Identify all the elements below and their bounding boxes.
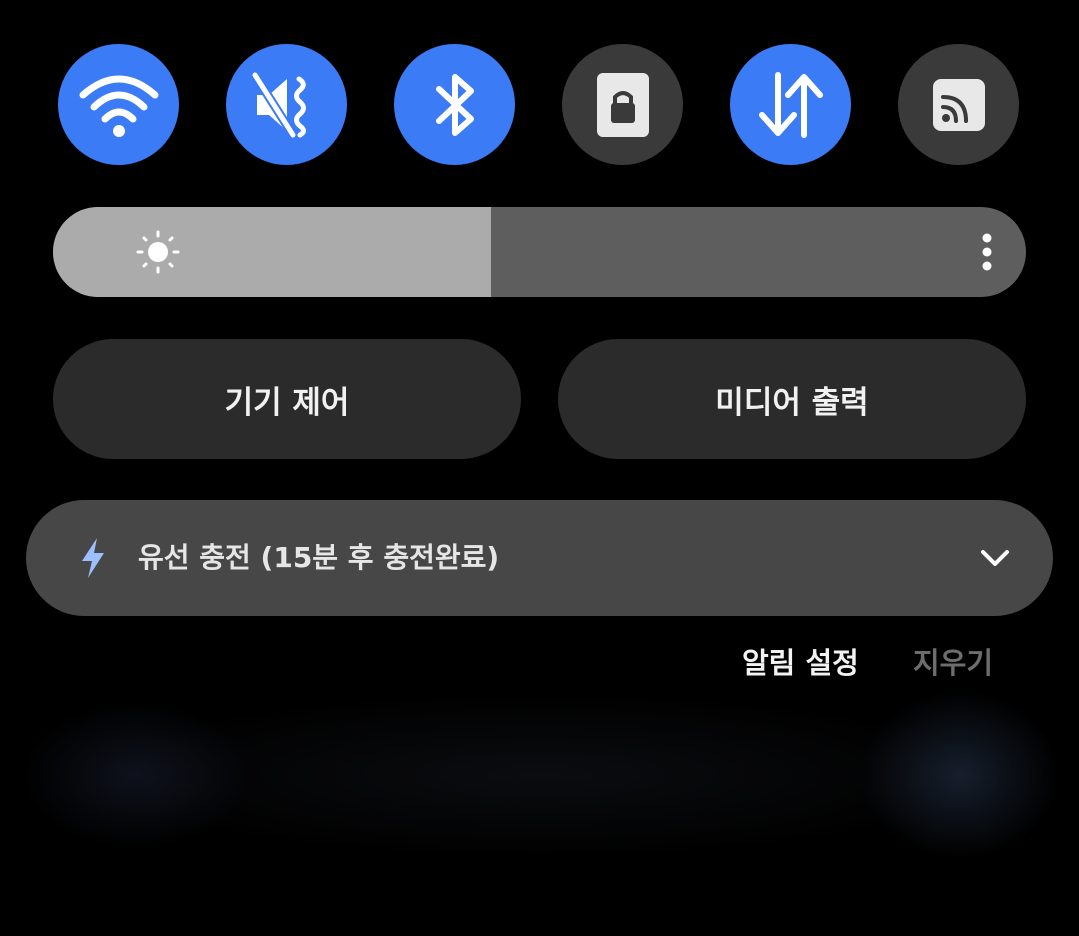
sound-toggle[interactable] bbox=[226, 44, 347, 165]
brightness-slider[interactable] bbox=[53, 207, 1026, 297]
charging-bolt-icon bbox=[78, 537, 108, 579]
device-control-button[interactable]: 기기 제어 bbox=[53, 339, 521, 459]
notification-text: 유선 충전 (15분 후 충전완료) bbox=[138, 541, 500, 574]
notification-settings-button[interactable]: 알림 설정 bbox=[742, 640, 859, 686]
background-glow-right bbox=[860, 690, 1060, 860]
background-glow-left bbox=[20, 700, 250, 850]
mobile-data-toggle[interactable] bbox=[730, 44, 851, 165]
lock-icon bbox=[583, 65, 663, 145]
notification-actions: 알림 설정 지우기 bbox=[0, 640, 1079, 688]
chevron-down-icon[interactable] bbox=[977, 540, 1013, 576]
background-glow bbox=[80, 690, 1000, 860]
device-control-label: 기기 제어 bbox=[224, 384, 350, 421]
bluetooth-toggle[interactable] bbox=[394, 44, 515, 165]
vibrate-mute-icon bbox=[247, 65, 327, 145]
cast-icon bbox=[919, 65, 999, 145]
brightness-level-fill bbox=[53, 207, 491, 297]
clear-button[interactable]: 지우기 bbox=[913, 640, 993, 686]
bluetooth-icon bbox=[415, 65, 495, 145]
quick-settings-row bbox=[58, 44, 1019, 166]
cast-toggle[interactable] bbox=[898, 44, 1019, 165]
more-vertical-icon[interactable] bbox=[972, 231, 1002, 273]
screen-lock-toggle[interactable] bbox=[562, 44, 683, 165]
charging-notification[interactable]: 유선 충전 (15분 후 충전완료) bbox=[26, 500, 1053, 616]
wifi-icon bbox=[79, 65, 159, 145]
media-output-button[interactable]: 미디어 출력 bbox=[558, 339, 1026, 459]
data-transfer-icon bbox=[751, 65, 831, 145]
sun-icon bbox=[133, 230, 183, 274]
wifi-toggle[interactable] bbox=[58, 44, 179, 165]
media-output-label: 미디어 출력 bbox=[715, 384, 869, 421]
